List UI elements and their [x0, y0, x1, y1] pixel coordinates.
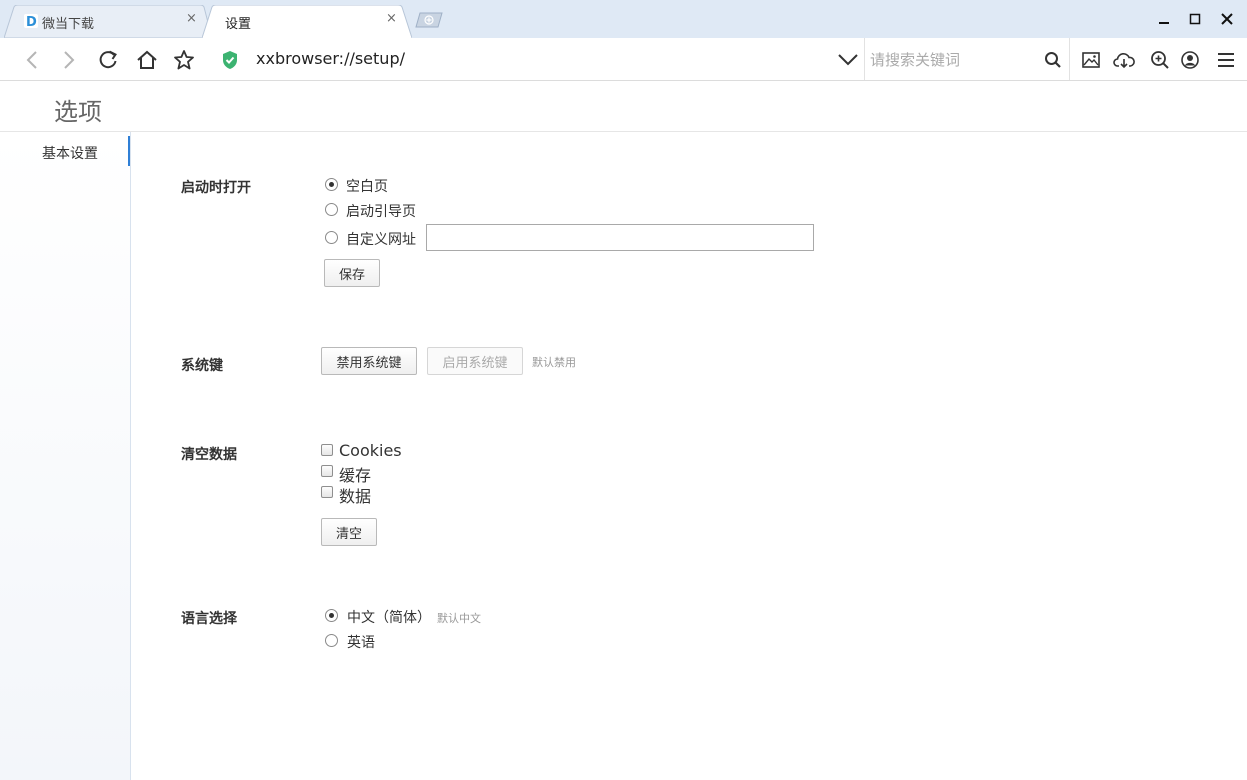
language-option-label: 中文（简体）	[347, 610, 431, 626]
menu-icon[interactable]	[1213, 47, 1239, 73]
sidebar-item-basic-settings[interactable]: 基本设置	[0, 136, 130, 166]
system-keys-default-hint: 默认禁用	[532, 356, 576, 369]
close-window-icon[interactable]	[1216, 8, 1238, 30]
cloud-download-icon[interactable]	[1111, 47, 1137, 73]
cache-checkbox[interactable]	[321, 465, 333, 477]
cookies-checkbox[interactable]	[321, 444, 333, 456]
search-box	[864, 38, 1070, 80]
svg-text:D: D	[26, 15, 37, 28]
options-header: 选项	[0, 81, 1247, 132]
custom-url-input[interactable]	[426, 224, 814, 251]
search-icon[interactable]	[1040, 47, 1066, 73]
enable-system-keys-button[interactable]: 启用系统键	[427, 347, 523, 375]
save-button[interactable]: 保存	[324, 259, 380, 287]
language-default-hint: 默认中文	[437, 612, 481, 625]
tab-title: 设置	[225, 17, 252, 32]
tab-title: 微当下载	[42, 17, 95, 32]
site-logo-icon: D	[24, 14, 38, 28]
zoom-in-icon[interactable]	[1147, 47, 1173, 73]
language-english-radio[interactable]	[325, 634, 338, 647]
browser-toolbar: xxbrowser://setup/	[0, 38, 1247, 81]
user-account-icon[interactable]	[1177, 47, 1203, 73]
tab-strip: D 微当下载 × 设置 ×	[0, 0, 1247, 38]
search-input[interactable]	[868, 48, 1037, 72]
data-checkbox[interactable]	[321, 486, 333, 498]
tab-settings[interactable]: 设置 ×	[202, 5, 412, 38]
clear-option-label: Cookies	[339, 441, 402, 460]
startup-option-label: 空白页	[346, 179, 388, 195]
bookmark-star-icon[interactable]	[171, 47, 197, 73]
clear-button[interactable]: 清空	[321, 518, 377, 546]
new-tab-icon[interactable]	[414, 12, 444, 28]
startup-section-label: 启动时打开	[181, 180, 251, 196]
clear-data-section-label: 清空数据	[181, 447, 237, 463]
startup-custom-url-radio[interactable]	[325, 231, 338, 244]
forward-icon[interactable]	[56, 47, 82, 73]
chevron-down-icon[interactable]	[835, 47, 861, 73]
minimize-icon[interactable]	[1153, 8, 1175, 30]
language-chinese-radio[interactable]	[325, 609, 338, 622]
startup-blank-page-radio[interactable]	[325, 178, 338, 191]
home-icon[interactable]	[134, 47, 160, 73]
startup-option-label: 自定义网址	[346, 232, 416, 248]
tab-weidang-download[interactable]: D 微当下载 ×	[4, 5, 212, 38]
clear-option-label: 数据	[339, 487, 372, 506]
system-keys-section-label: 系统键	[181, 358, 223, 374]
settings-sidebar: 基本设置	[0, 132, 131, 780]
startup-guide-page-radio[interactable]	[325, 203, 338, 216]
language-section-label: 语言选择	[181, 611, 237, 627]
address-bar[interactable]: xxbrowser://setup/	[256, 49, 405, 68]
secure-shield-icon	[217, 47, 243, 73]
startup-option-label: 启动引导页	[346, 204, 416, 220]
disable-system-keys-button[interactable]: 禁用系统键	[321, 347, 417, 375]
sidebar-item-label: 基本设置	[42, 146, 98, 162]
language-option-label: 英语	[347, 635, 375, 651]
close-tab-icon[interactable]: ×	[186, 11, 197, 26]
page-title: 选项	[54, 98, 102, 126]
close-tab-icon[interactable]: ×	[386, 11, 397, 26]
maximize-icon[interactable]	[1184, 8, 1206, 30]
reload-icon[interactable]	[95, 47, 121, 73]
screenshot-image-icon[interactable]	[1078, 47, 1104, 73]
back-icon[interactable]	[19, 47, 45, 73]
